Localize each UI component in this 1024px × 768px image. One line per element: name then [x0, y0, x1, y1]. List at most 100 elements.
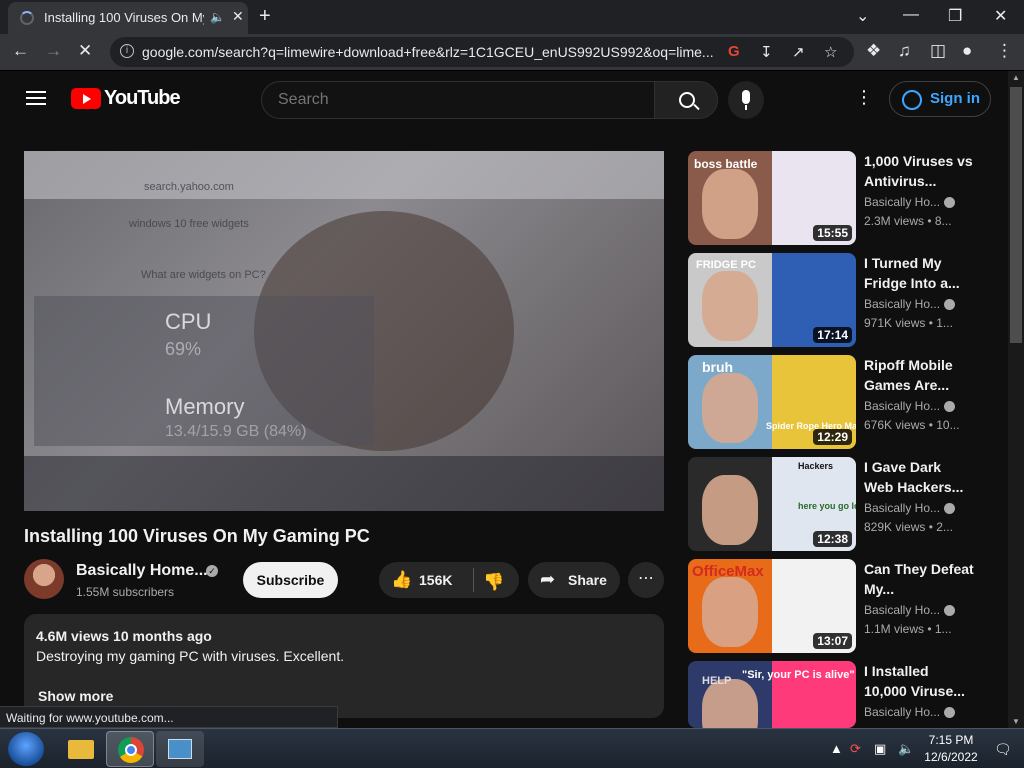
task-manager-icon[interactable]	[156, 731, 204, 767]
recommendation-title[interactable]: I Installed 10,000 Viruse...	[864, 661, 974, 701]
share-label: Share	[568, 572, 607, 588]
sync-alert-icon[interactable]: ⟳	[850, 741, 861, 757]
voice-search-mic-icon[interactable]	[728, 81, 764, 119]
youtube-logo-text[interactable]: YouTube	[104, 87, 181, 110]
start-button-icon[interactable]	[8, 732, 44, 766]
side-panel-icon[interactable]: ◫	[930, 41, 946, 61]
forward-arrow-icon[interactable]: →	[45, 41, 62, 61]
recommendation-channel[interactable]: Basically Ho...	[864, 501, 940, 515]
like-thumb-icon[interactable]: 👍	[391, 570, 412, 590]
recommendation-thumbnail[interactable]: FRIDGE PC 17:14	[688, 253, 856, 347]
thumbnail-overlay-text: "Sir, your PC is alive"	[742, 669, 855, 681]
player-frame-memory-label: Memory	[165, 394, 245, 419]
verified-check-icon	[944, 299, 955, 310]
recommendation-thumbnail[interactable]: "Sir, your PC is alive" HELP	[688, 661, 856, 728]
back-arrow-icon[interactable]: ←	[12, 41, 29, 61]
recommendation-channel[interactable]: Basically Ho...	[864, 603, 940, 617]
like-dislike-group: 👍 156K 👍	[379, 562, 519, 598]
notification-icon[interactable]: 🗨	[994, 741, 1012, 758]
recommendation-thumbnail[interactable]: Hackers here you go lol 12:38	[688, 457, 856, 551]
thumbnail-face	[702, 169, 758, 239]
tab-search-icon[interactable]: ⌄	[856, 6, 869, 26]
recommendation-channel[interactable]: Basically Ho...	[864, 399, 940, 413]
network-icon[interactable]: ▣	[874, 741, 886, 757]
recommendation-title[interactable]: Can They Defeat My...	[864, 559, 974, 599]
recommendation-card[interactable]: bruh Spider Rope Hero Man 12:29 Ripoff Mobi…	[688, 355, 998, 449]
recommendation-title[interactable]: Ripoff Mobile Games Are...	[864, 355, 974, 395]
page-scrollbar[interactable]: ▲ ▼	[1008, 71, 1024, 728]
audio-playing-icon[interactable]: 🔈	[210, 10, 225, 24]
thumbnail-face	[702, 271, 758, 341]
youtube-logo-icon[interactable]	[71, 88, 101, 109]
chrome-taskbar-icon[interactable]	[106, 731, 154, 767]
address-bar[interactable]: i google.com/search?q=limewire+download+…	[110, 37, 854, 67]
volume-icon[interactable]: 🔈	[898, 741, 914, 757]
channel-avatar[interactable]	[24, 559, 64, 599]
scrollbar-thumb[interactable]	[1010, 87, 1022, 343]
tab-title: Installing 100 Viruses On My	[44, 10, 204, 25]
install-app-icon[interactable]: ↧	[760, 43, 773, 61]
windows-taskbar: ▲ ⟳ ▣ 🔈 7:15 PM 12/6/2022 🗨	[0, 728, 1024, 768]
recommendation-card[interactable]: OfficeMax 13:07 Can They Defeat My... Basic…	[688, 559, 998, 653]
recommendation-title[interactable]: I Turned My Fridge Into a...	[864, 253, 974, 293]
recommendation-channel[interactable]: Basically Ho...	[864, 297, 940, 311]
recommendation-card[interactable]: Hackers here you go lol 12:38 I Gave Dark W…	[688, 457, 998, 551]
player-frame-url: search.yahoo.com	[144, 181, 234, 193]
recommendation-thumbnail[interactable]: bruh Spider Rope Hero Man 12:29	[688, 355, 856, 449]
video-player[interactable]: search.yahoo.com windows 10 free widgets…	[24, 151, 664, 511]
close-window-button[interactable]: ✕	[994, 6, 1007, 26]
recommendation-channel[interactable]: Basically Ho...	[864, 705, 940, 719]
browser-tab[interactable]: Installing 100 Viruses On My 🔈 ✕	[8, 2, 248, 34]
video-duration: 15:55	[813, 225, 852, 241]
description-box[interactable]: 4.6M views 10 months ago Destroying my g…	[24, 614, 664, 718]
profile-icon[interactable]: ●	[962, 41, 972, 61]
scroll-up-icon[interactable]: ▲	[1012, 73, 1020, 82]
recommendation-channel[interactable]: Basically Ho...	[864, 195, 940, 209]
recommendation-thumbnail[interactable]: OfficeMax 13:07	[688, 559, 856, 653]
search-input[interactable]	[261, 81, 655, 119]
restore-button[interactable]: ❐	[948, 6, 962, 26]
more-actions-button[interactable]: ⋯	[628, 562, 664, 598]
recommendation-card[interactable]: "Sir, your PC is alive" HELP I Installed 1…	[688, 661, 998, 728]
dislike-thumb-icon[interactable]: 👍	[483, 571, 504, 591]
like-count[interactable]: 156K	[419, 572, 452, 588]
recommendation-card[interactable]: FRIDGE PC 17:14 I Turned My Fridge Into a.…	[688, 253, 998, 347]
minimize-button[interactable]: —	[903, 6, 919, 24]
media-control-icon[interactable]: ♫	[898, 41, 911, 61]
settings-kebab-icon[interactable]: ⋮	[855, 87, 873, 108]
site-info-icon[interactable]: i	[120, 44, 134, 58]
thumbnail-overlay-text: bruh	[702, 359, 734, 375]
search-button[interactable]	[654, 81, 718, 119]
stop-loading-icon[interactable]: ✕	[78, 41, 92, 61]
recommendation-thumbnail[interactable]: boss battle 15:55	[688, 151, 856, 245]
file-explorer-icon[interactable]	[56, 731, 104, 767]
chrome-menu-icon[interactable]: ⋮	[996, 41, 1013, 61]
player-frame-cpu-label: CPU	[165, 309, 212, 334]
thumbnail-overlay-text: Hackers	[798, 461, 834, 471]
recommendation-card[interactable]: boss battle 15:55 1,000 Viruses vs Antivir…	[688, 151, 998, 245]
share-button[interactable]: ➦ Share	[528, 562, 620, 598]
recommendation-title[interactable]: 1,000 Viruses vs Antivirus...	[864, 151, 974, 191]
menu-hamburger-icon[interactable]	[26, 91, 46, 105]
subscribe-button[interactable]: Subscribe	[243, 562, 338, 598]
scroll-down-icon[interactable]: ▼	[1012, 717, 1020, 726]
extensions-puzzle-icon[interactable]: ❖	[866, 41, 881, 61]
bookmark-star-icon[interactable]: ☆	[824, 43, 837, 61]
show-more-button[interactable]: Show more	[38, 688, 113, 704]
close-tab-icon[interactable]: ✕	[232, 8, 244, 25]
share-page-icon[interactable]: ↗	[792, 43, 805, 61]
tray-expand-icon[interactable]: ▲	[830, 741, 843, 756]
address-url[interactable]: google.com/search?q=limewire+download+fr…	[142, 44, 716, 60]
channel-name[interactable]: Basically Home...	[76, 562, 208, 580]
recommendation-title[interactable]: I Gave Dark Web Hackers...	[864, 457, 974, 497]
like-divider	[473, 568, 474, 592]
thumbnail-overlay-text: boss battle	[694, 157, 758, 171]
taskbar-clock[interactable]: 7:15 PM 12/6/2022	[918, 732, 984, 766]
player-frame-memory-value: 13.4/15.9 GB (84%)	[165, 423, 307, 440]
youtube-header: YouTube ⋮ Sign in	[0, 71, 1008, 127]
new-tab-button[interactable]: +	[259, 5, 271, 28]
sign-in-button[interactable]: Sign in	[889, 81, 991, 117]
google-lens-icon[interactable]: G	[728, 43, 740, 60]
verified-check-icon	[944, 605, 955, 616]
video-duration: 17:14	[813, 327, 852, 343]
